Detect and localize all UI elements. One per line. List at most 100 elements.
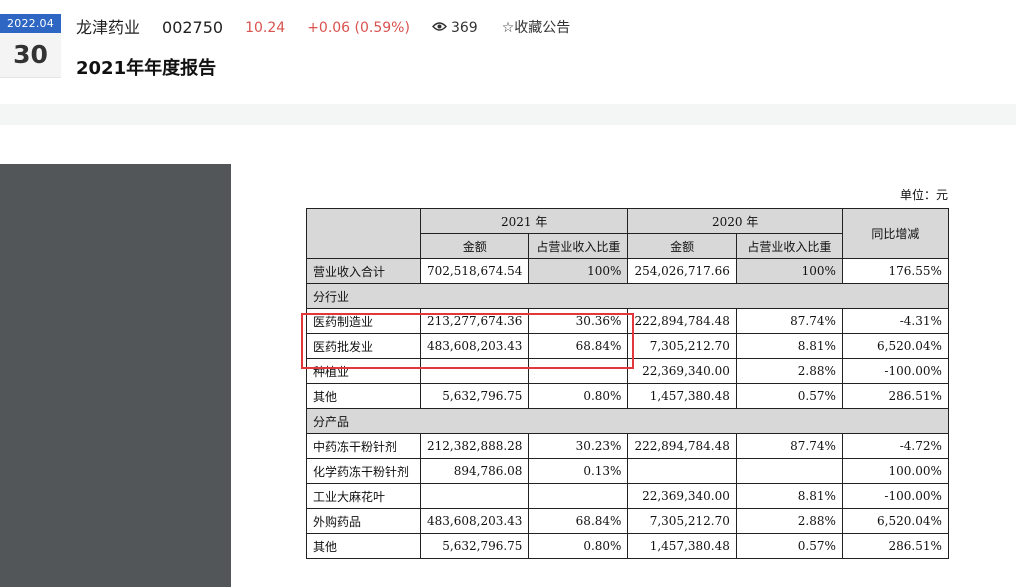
row-label: 种植业 [306,358,421,384]
eye-icon [431,17,447,39]
table-row: 种植业 22,369,340.00 2.88% -100.00% [306,358,949,384]
row-label: 医药制造业 [306,308,421,334]
ratio-2020: 8.81% [735,483,843,509]
header-yoy: 同比增减 [841,208,949,259]
amount-2020 [627,458,737,484]
amount-2020: 1,457,380.48 [627,383,737,409]
header-amount-2020: 金额 [627,233,737,259]
stock-name-link[interactable]: 龙津药业 [76,17,140,39]
ratio-2021: 68.84% [528,508,629,534]
table-row: 中药冻干粉针剂 212,382,888.28 30.23% 222,894,78… [306,433,949,459]
ratio-2021: 30.36% [528,308,629,334]
amount-2021: 702,518,674.54 [419,258,530,284]
amount-2020: 222,894,784.48 [627,433,737,459]
yoy-change: -100.00% [841,483,949,509]
ratio-2020: 2.88% [735,358,843,384]
view-count: 369 [431,17,478,39]
stock-info-bar: 龙津药业 002750 10.24 +0.06 (0.59%) 369 ☆收藏公… [76,17,570,39]
ratio-2021: 100% [528,258,629,284]
amount-2021 [419,483,530,509]
amount-2021 [419,358,530,384]
unit-label: 单位：元 [900,188,949,202]
table-row: 其他 5,632,796.75 0.80% 1,457,380.48 0.57%… [306,383,949,409]
amount-2021: 212,382,888.28 [419,433,530,459]
yoy-change: 286.51% [841,533,949,559]
stock-price: 10.24 [245,20,286,36]
section-label: 分产品 [306,408,949,434]
yoy-change: 6,520.04% [841,508,949,534]
date-badge: 2022.04 30 [0,14,61,78]
ratio-2021: 0.80% [528,383,629,409]
ratio-2020: 0.57% [735,533,843,559]
header-ratio-2020: 占营业收入比重 [735,233,843,259]
amount-2020: 222,894,784.48 [627,308,737,334]
table-row: 外购药品 483,608,203.43 68.84% 7,305,212.70 … [306,508,949,534]
header-2021: 2021 年 [419,208,629,234]
amount-2021: 894,786.08 [419,458,530,484]
table-row: 医药制造业 213,277,674.36 30.36% 222,894,784.… [306,308,949,334]
amount-2020: 22,369,340.00 [627,483,737,509]
table-header-row: 2021 年 2020 年 同比增减 [306,208,949,259]
ratio-2020: 87.74% [735,308,843,334]
section-row-product: 分产品 [306,408,949,434]
stock-change: +0.06 (0.59%) [307,20,410,36]
yoy-change: 176.55% [841,258,949,284]
ratio-2021 [528,483,629,509]
header-blank-cell [306,208,421,259]
stock-code: 002750 [162,18,224,37]
amount-2020: 22,369,340.00 [627,358,737,384]
section-row-industry: 分行业 [306,283,949,309]
date-day: 30 [0,33,61,78]
amount-2021: 5,632,796.75 [419,383,530,409]
row-label: 其他 [306,533,421,559]
divider-band [0,104,1016,125]
table-row: 工业大麻花叶 22,369,340.00 8.81% -100.00% [306,483,949,509]
ratio-2021: 68.84% [528,333,629,359]
total-row: 营业收入合计 702,518,674.54 100% 254,026,717.6… [306,258,949,284]
ratio-2021 [528,358,629,384]
yoy-change: 6,520.04% [841,333,949,359]
amount-2021: 483,608,203.43 [419,508,530,534]
header-amount-2021: 金额 [419,233,530,259]
yoy-change: -4.31% [841,308,949,334]
amount-2021: 213,277,674.36 [419,308,530,334]
row-label: 其他 [306,383,421,409]
revenue-table: 2021 年 2020 年 同比增减 金额 占营业收入比重 金额 占营业收入比重… [306,208,949,559]
date-month: 2022.04 [0,14,61,33]
section-label: 分行业 [306,283,949,309]
document-viewer-sidebar [0,164,231,587]
ratio-2020 [735,458,843,484]
row-label: 中药冻干粉针剂 [306,433,421,459]
amount-2020: 7,305,212.70 [627,508,737,534]
ratio-2020: 0.57% [735,383,843,409]
amount-2021: 5,632,796.75 [419,533,530,559]
ratio-2020: 100% [735,258,843,284]
yoy-change: -100.00% [841,358,949,384]
view-count-value: 369 [450,20,478,36]
row-label: 化学药冻干粉针剂 [306,458,421,484]
header-ratio-2021: 占营业收入比重 [528,233,629,259]
amount-2020: 1,457,380.48 [627,533,737,559]
ratio-2020: 87.74% [735,433,843,459]
header-2020: 2020 年 [627,208,843,234]
ratio-2020: 8.81% [735,333,843,359]
table-row: 化学药冻干粉针剂 894,786.08 0.13% 100.00% [306,458,949,484]
yoy-change: 286.51% [841,383,949,409]
row-label: 工业大麻花叶 [306,483,421,509]
ratio-2021: 0.80% [528,533,629,559]
yoy-change: -4.72% [841,433,949,459]
ratio-2020: 2.88% [735,508,843,534]
favorite-button[interactable]: ☆收藏公告 [502,17,571,39]
ratio-2021: 30.23% [528,433,629,459]
amount-2020: 254,026,717.66 [627,258,737,284]
ratio-2021: 0.13% [528,458,629,484]
amount-2021: 483,608,203.43 [419,333,530,359]
amount-2020: 7,305,212.70 [627,333,737,359]
report-title: 2021年年度报告 [76,58,217,79]
yoy-change: 100.00% [841,458,949,484]
row-label: 外购药品 [306,508,421,534]
table-row: 其他 5,632,796.75 0.80% 1,457,380.48 0.57%… [306,533,949,559]
row-label: 医药批发业 [306,333,421,359]
table-row: 医药批发业 483,608,203.43 68.84% 7,305,212.70… [306,333,949,359]
row-label: 营业收入合计 [306,258,421,284]
